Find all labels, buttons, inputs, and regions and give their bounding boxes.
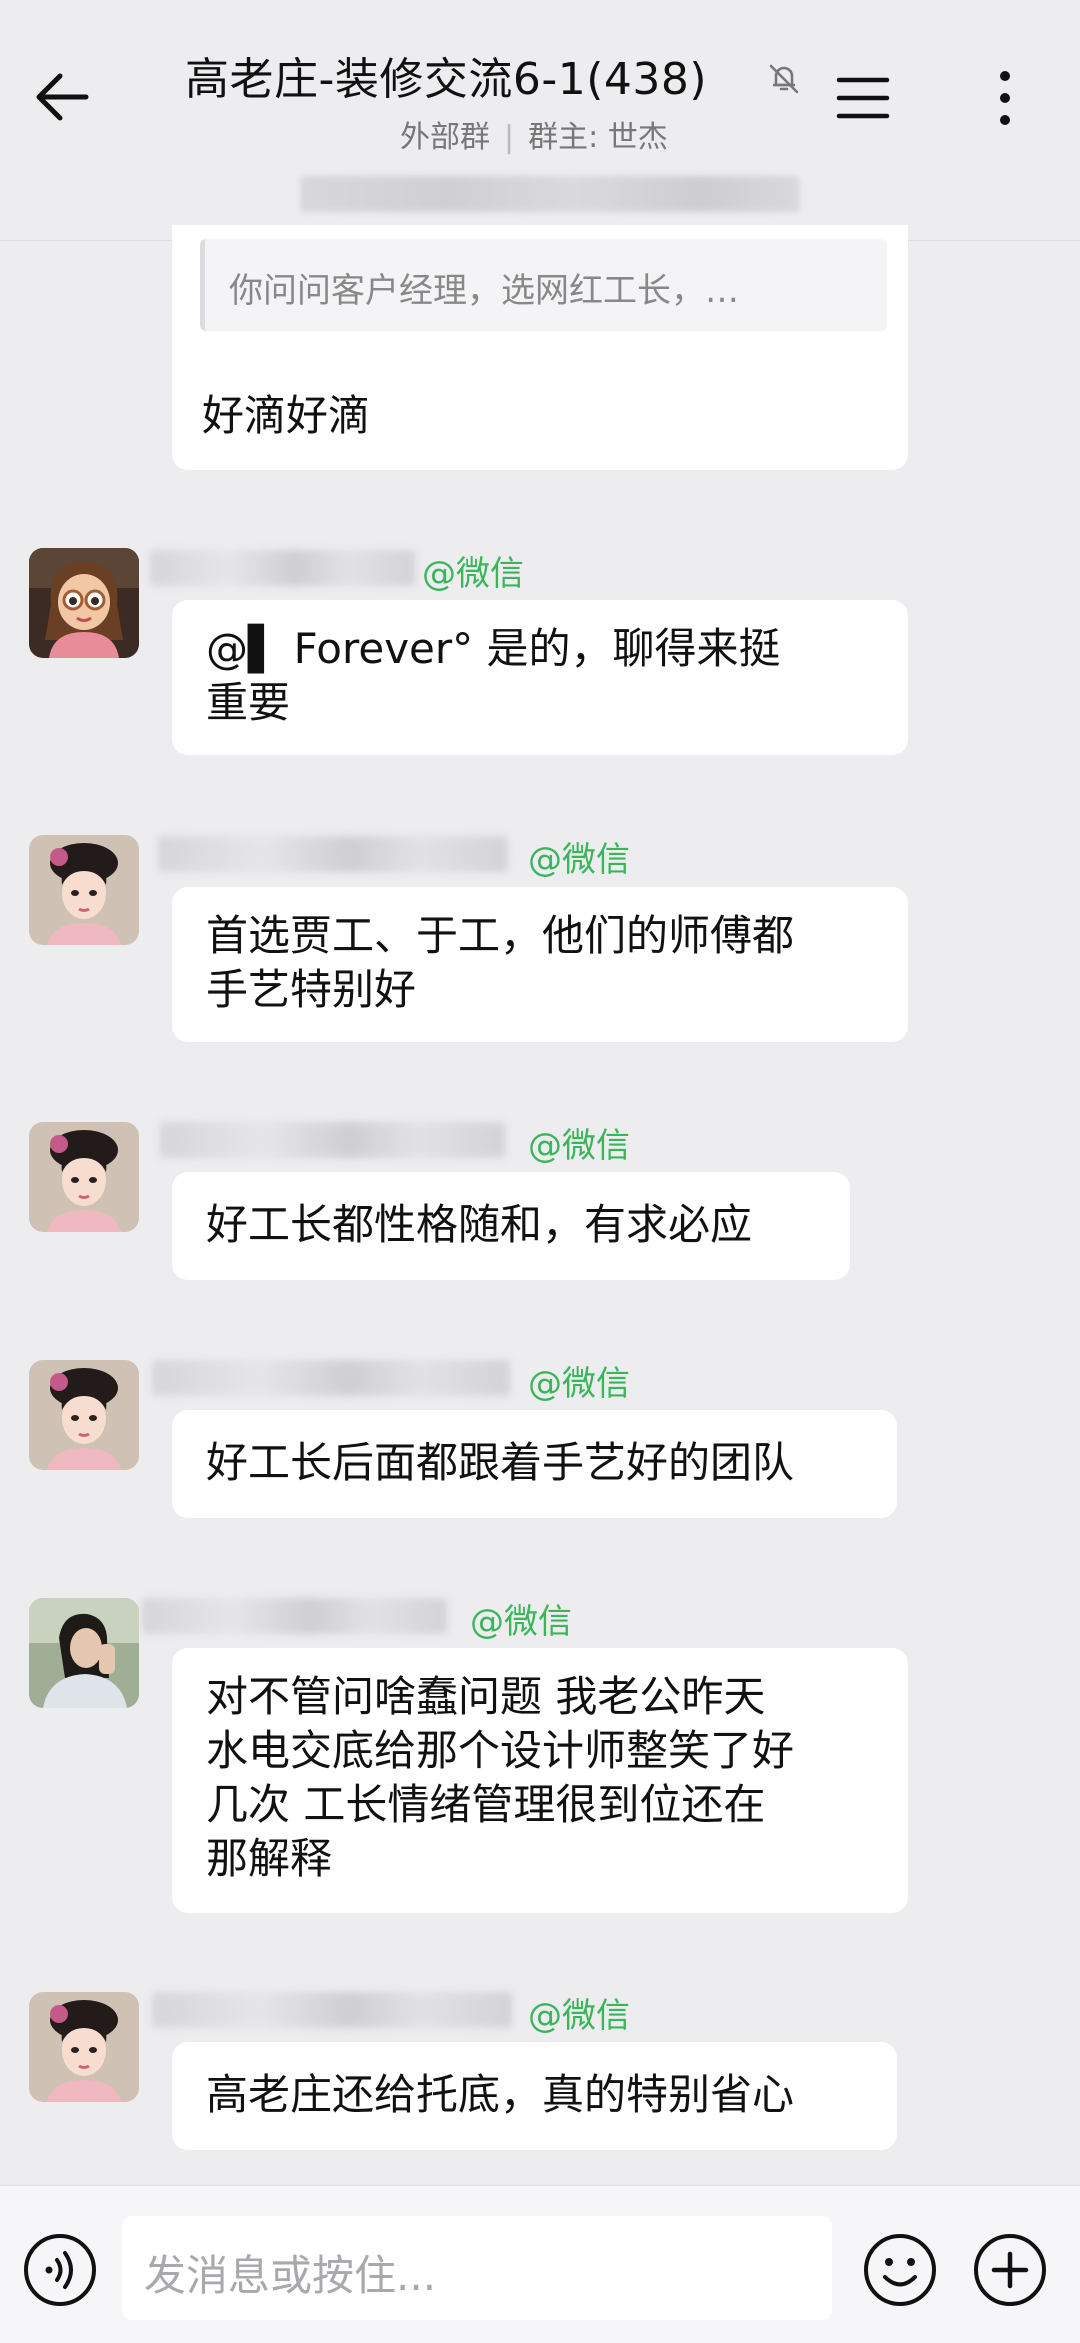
chat-title: 高老庄-装修交流6-1(438): [185, 54, 708, 105]
wechat-tag: @微信: [528, 1996, 630, 2036]
avatar[interactable]: [29, 1122, 139, 1232]
sender-name: [142, 1598, 447, 1634]
avatar[interactable]: [29, 1360, 139, 1470]
group-type-label: 外部群: [400, 120, 490, 155]
message-text: 首选贾工、于工，他们的师傅都 手艺特别好: [206, 911, 795, 1014]
message-bubble[interactable]: 好工长后面都跟着手艺好的团队: [172, 1410, 897, 1518]
message-text: 好滴好滴: [202, 391, 371, 440]
more-vertical-icon[interactable]: [990, 68, 1020, 128]
wechat-tag: @微信: [528, 1126, 630, 1166]
message-text: 好工长后面都跟着手艺好的团队: [206, 1438, 795, 1487]
message-text: 高老庄还给托底，真的特别省心: [206, 2070, 795, 2119]
add-attachment-icon[interactable]: [972, 2232, 1048, 2308]
sender-name: [160, 1122, 505, 1158]
avatar[interactable]: [29, 548, 139, 658]
blurred-notice: [300, 176, 800, 212]
message-text: @▌ Forever° 是的，聊得来挺 重要: [206, 624, 781, 727]
message-bubble[interactable]: 好工长都性格随和，有求必应: [172, 1172, 850, 1280]
wechat-tag: @微信: [528, 1364, 630, 1404]
chat-subtitle: 外部群 | 群主: 世杰: [400, 120, 668, 155]
message-text: 好工长都性格随和，有求必应: [206, 1200, 753, 1249]
sender-name: [152, 1992, 512, 2028]
menu-icon[interactable]: [835, 70, 891, 126]
wechat-tag: @微信: [422, 554, 524, 594]
sender-name: [152, 1360, 510, 1396]
avatar[interactable]: [29, 1598, 139, 1708]
input-placeholder: 发消息或按住...: [144, 2251, 437, 2300]
message-bubble[interactable]: @▌ Forever° 是的，聊得来挺 重要: [172, 600, 908, 755]
back-arrow-icon[interactable]: [28, 62, 98, 132]
message-bubble[interactable]: 你问问客户经理，选网红工长，… 好滴好滴: [172, 225, 908, 470]
avatar[interactable]: [29, 1992, 139, 2102]
chat-header: 高老庄-装修交流6-1(438) 外部群 | 群主: 世杰: [0, 0, 1080, 241]
message-text: 对不管问啥蠢问题 我老公昨天 水电交底给那个设计师整笑了好 几次 工长情绪管理很…: [206, 1672, 795, 1883]
sender-name: [158, 836, 508, 872]
message-bubble[interactable]: 对不管问啥蠢问题 我老公昨天 水电交底给那个设计师整笑了好 几次 工长情绪管理很…: [172, 1648, 908, 1913]
message-bubble[interactable]: 首选贾工、于工，他们的师傅都 手艺特别好: [172, 887, 908, 1042]
group-owner-label: 群主: 世杰: [528, 120, 668, 155]
voice-input-icon[interactable]: [22, 2232, 98, 2308]
wechat-tag: @微信: [470, 1602, 572, 1642]
emoji-icon[interactable]: [862, 2232, 938, 2308]
avatar[interactable]: [29, 835, 139, 945]
message-bubble[interactable]: 高老庄还给托底，真的特别省心: [172, 2042, 897, 2150]
mute-bell-icon: [769, 64, 799, 94]
wechat-tag: @微信: [528, 840, 630, 880]
sender-name: [150, 550, 415, 586]
message-input[interactable]: 发消息或按住...: [122, 2216, 832, 2320]
quoted-message: 你问问客户经理，选网红工长，…: [200, 239, 887, 331]
